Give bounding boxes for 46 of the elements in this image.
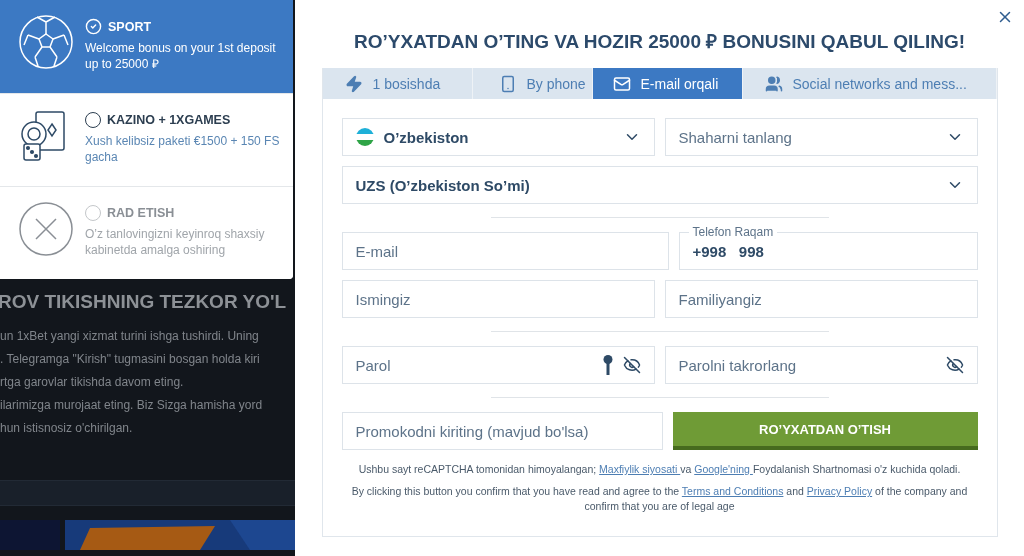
register-button[interactable]: RO’YXATDAN O’TISH [672,412,978,450]
option-title: RAD ETISH [107,206,175,220]
flag-icon [355,128,374,146]
link[interactable]: Terms and Conditions [681,485,784,497]
option-title: KAZINO + 1XGAMES [107,113,231,127]
input-field[interactable]: Ismingiz [341,280,655,318]
soccer-ball-icon [18,14,74,70]
bonus-option[interactable]: SPORT Welcome bonus on your 1st deposit up to 25000 ₽ [0,0,293,93]
field-label: Telefon Raqam [688,225,778,239]
eye-off-icon [945,356,964,374]
option-title: SPORT [108,19,152,34]
page-text-line: hun istisnosiz o'chirilgan. [0,421,134,436]
password-field[interactable]: Parolni takrorlang [664,346,978,384]
page-text-line: un 1xBet yangi xizmat turini ishga tushirdi. Uning [0,329,260,344]
dialog-title: RO’YXATDAN O’TING VA HOZIR 25000 ₽ BONUSINI QABUL QILING! [354,30,965,54]
link[interactable]: Privacy Policy [806,485,873,497]
tab[interactable]: By phone [472,68,593,99]
page-heading: ROV TIKISHNING TEZKOR YO'L [0,291,288,313]
input-field[interactable]: Promokodni kiriting (mavjud bo'lsa) [341,412,663,450]
tab[interactable]: E-mail orqali [592,68,743,99]
page-text-line: rtga garovlar tikishda davom eting. [0,375,185,390]
key-icon [602,355,613,375]
option-description: O’z tanlovingizni keyinroq shaxsiy kabinetda amalga oshiring [85,226,266,258]
page-text-line: . Telegramga "Kirish" tugmasini bosgan holda kiri [0,352,261,367]
users-icon [764,74,783,93]
currency-select[interactable]: UZS (O’zbekiston So’mi) [341,166,978,204]
tab[interactable]: 1 bosishda [322,68,473,99]
city-select[interactable]: Shaharni tanlang [664,118,978,156]
password-field[interactable]: Parol [341,346,655,384]
recaptcha-notice: Ushbu sayt reCAPTCHA tomonidan himoyalangan; Maxfiylik siyosati va Google'ning Foydalanish Shartnomasi o'z kuchida qoladi. [357,462,962,477]
cancel-icon [18,201,74,257]
page-text-line: ilarimizga murojaat eting. Biz Sizga hamisha yord [0,398,264,413]
input-field[interactable]: Familiyangiz [664,280,978,318]
bonus-option[interactable]: RAD ETISH O’z tanlovingizni keyinroq shaxsiy kabinetda amalga oshiring [0,186,293,279]
link[interactable]: Maxfiylik siyosati [599,463,681,475]
eye-off-icon [622,356,641,374]
check-icon [85,18,102,35]
link[interactable]: Google'ning [694,463,753,475]
tab[interactable]: Social networks and mess... [742,68,997,99]
option-description: Welcome bonus on your 1st deposit up to 25000 ₽ [85,40,277,72]
envelope-icon [612,74,631,93]
input-field[interactable]: E-mail [341,232,669,270]
lightning-icon [344,74,363,93]
country-select[interactable]: O’zbekiston [341,118,655,156]
option-description: Xush kelibsiz paketi €1500 + 150 FS gacha [85,133,281,165]
consent-notice: By clicking this button you confirm that you have read and agree to the Terms and Conditions and Privacy Policy of the company and confirm that you are of legal age [350,484,969,514]
